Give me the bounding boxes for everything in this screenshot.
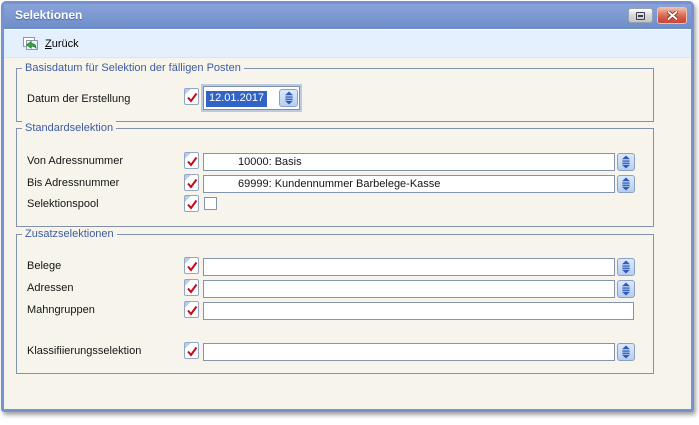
up-down-spinner-icon: [284, 91, 294, 105]
date-control: 12.01.2017: [203, 86, 300, 110]
red-checkmark-icon: [186, 305, 198, 316]
up-down-spinner-icon: [621, 345, 631, 359]
label-adressen: Adressen: [27, 282, 73, 295]
klassifiierungsselektion-field[interactable]: [203, 343, 615, 361]
mahngruppen-field[interactable]: [203, 302, 634, 320]
selektionspool-checkbox[interactable]: [204, 197, 217, 210]
red-checkmark-icon: [186, 156, 198, 167]
up-down-spinner-icon: [621, 155, 631, 169]
group-zusatzselektionen-title: Zusatzselektionen: [22, 227, 117, 241]
klassifiierungsselektion-spinner[interactable]: [617, 343, 635, 361]
enable-check-bis-adressnummer[interactable]: [184, 174, 199, 191]
bis-adressnummer-spinner[interactable]: [617, 175, 635, 193]
label-von-adressnummer: Von Adressnummer: [27, 155, 123, 168]
content-area: Basisdatum für Selektion der fälligen Po…: [4, 58, 691, 409]
label-bis-adressnummer: Bis Adressnummer: [27, 177, 119, 190]
enable-check-klassifiierungsselektion[interactable]: [184, 342, 199, 359]
enable-check-belege[interactable]: [184, 257, 199, 274]
red-checkmark-icon: [186, 346, 198, 357]
titlebar[interactable]: Selektionen: [4, 4, 691, 29]
red-checkmark-icon: [186, 178, 198, 189]
label-klassifiierungsselektion: Klassifiierungsselektion: [27, 345, 141, 358]
screen: Selektionen Zurück: [0, 0, 699, 425]
minimize-button[interactable]: [628, 8, 653, 23]
toolbar: Zurück: [4, 29, 691, 58]
group-basisdatum: Basisdatum für Selektion der fälligen Po…: [16, 68, 654, 122]
red-checkmark-icon: [186, 283, 198, 294]
red-checkmark-icon: [186, 199, 198, 210]
window-title: Selektionen: [15, 8, 82, 22]
green-back-arrow-window-icon: [22, 36, 39, 52]
enable-check-mahngruppen[interactable]: [184, 301, 199, 318]
up-down-spinner-icon: [621, 282, 631, 296]
back-button-label: Zurück: [45, 38, 79, 50]
red-checkmark-icon: [186, 92, 198, 103]
back-button[interactable]: Zurück: [16, 33, 85, 55]
label-datum-der-erstellung: Datum der Erstellung: [27, 93, 130, 106]
up-down-spinner-icon: [621, 260, 631, 274]
von-adressnummer-spinner[interactable]: [617, 153, 635, 171]
adressen-field[interactable]: [203, 280, 615, 298]
enable-check-adressen[interactable]: [184, 279, 199, 296]
label-mahngruppen: Mahngruppen: [27, 304, 95, 317]
adressen-spinner[interactable]: [617, 280, 635, 298]
label-belege: Belege: [27, 260, 61, 273]
von-adressnummer-field[interactable]: 10000: Basis: [203, 153, 615, 171]
label-selektionspool: Selektionspool: [27, 198, 99, 211]
date-spinner[interactable]: [279, 89, 298, 107]
enable-check-von-adressnummer[interactable]: [184, 152, 199, 169]
belege-field[interactable]: [203, 258, 615, 276]
enable-check-selektionspool[interactable]: [184, 195, 199, 212]
close-button[interactable]: [657, 7, 687, 24]
minimize-window-icon: [636, 12, 645, 20]
enable-check-datum[interactable]: [184, 88, 199, 105]
close-x-icon: [667, 11, 678, 20]
up-down-spinner-icon: [621, 177, 631, 191]
group-standardselektion: Standardselektion Von Adressnummer 10000…: [16, 128, 654, 227]
group-standardselektion-title: Standardselektion: [22, 121, 116, 135]
group-basisdatum-title: Basisdatum für Selektion der fälligen Po…: [22, 61, 244, 75]
red-checkmark-icon: [186, 261, 198, 272]
date-input[interactable]: 12.01.2017: [205, 89, 277, 107]
date-value-selected: 12.01.2017: [206, 91, 267, 107]
belege-spinner[interactable]: [617, 258, 635, 276]
bis-adressnummer-field[interactable]: 69999: Kundennummer Barbelege-Kasse: [203, 175, 615, 193]
selektionen-window: Selektionen Zurück: [1, 1, 694, 412]
group-zusatzselektionen: Zusatzselektionen Belege: [16, 234, 654, 374]
